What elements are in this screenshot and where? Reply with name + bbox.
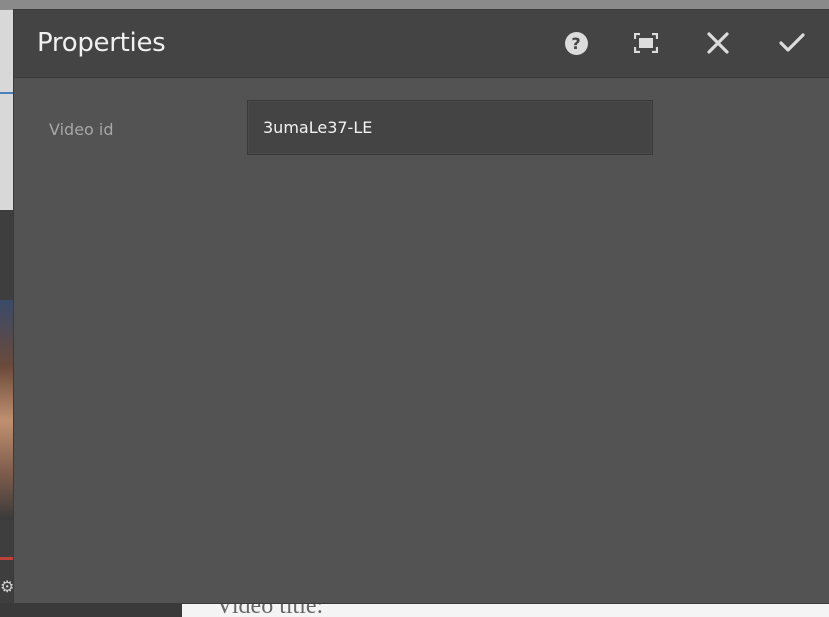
close-button[interactable] xyxy=(700,25,736,61)
dialog-header: Properties ? xyxy=(14,10,829,78)
close-icon xyxy=(707,32,729,54)
background-page-accent xyxy=(0,92,14,94)
fullscreen-icon xyxy=(634,33,658,53)
background-page-top xyxy=(0,0,829,10)
done-button[interactable] xyxy=(774,25,810,61)
help-button[interactable]: ? xyxy=(558,25,594,61)
help-icon: ? xyxy=(564,31,588,55)
background-page-left-panel xyxy=(0,10,14,210)
fullscreen-button[interactable] xyxy=(628,25,664,61)
background-page-bottom-bar xyxy=(0,603,182,617)
video-id-input[interactable] xyxy=(247,100,653,155)
background-page-bottom: Video title: xyxy=(0,603,829,617)
dialog-title: Properties xyxy=(37,28,166,58)
video-id-label: Video id xyxy=(49,120,114,139)
checkmark-icon xyxy=(779,33,805,52)
background-page-image xyxy=(0,300,14,520)
gear-icon: ⚙ xyxy=(0,579,14,596)
background-page-text: Video title: xyxy=(216,603,324,617)
background-page-red-line xyxy=(0,557,14,560)
properties-dialog: Properties ? Video id xyxy=(14,10,829,603)
